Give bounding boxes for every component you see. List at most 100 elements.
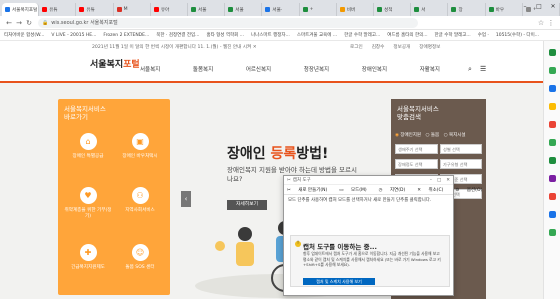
nav-item[interactable]: 자활복지 (420, 65, 440, 77)
nav-item[interactable]: 서울복지 (140, 65, 160, 77)
snip-titlebar: ✂ 캡처 도구 – □ ✕ (284, 176, 453, 185)
select-lifecycle[interactable]: 생애주기 선택 (395, 144, 438, 154)
side-app-icon[interactable] (549, 103, 556, 110)
tab-label: 바우 (495, 7, 505, 13)
browser-tab[interactable]: 장 (448, 3, 486, 16)
snip-new-button[interactable]: ✂ 새로 만들기(N) (287, 187, 333, 193)
browser-tab[interactable]: M (114, 3, 151, 16)
tab-label: + (309, 7, 314, 12)
star-icon[interactable]: ☆ (536, 19, 546, 27)
try-snip-sketch-button[interactable]: 캡처 및 스케치 사용해 보기 (303, 278, 375, 285)
tab-favicon-icon (265, 7, 271, 12)
cancel-icon: ✕ (417, 187, 422, 193)
bookmark-item[interactable]: 10515(수학) - 다이... (496, 32, 539, 38)
forward-icon[interactable]: → (14, 19, 24, 27)
tab-favicon-icon (339, 7, 345, 12)
side-app-icon[interactable] (549, 139, 556, 146)
tab-label: 서울· (272, 7, 283, 13)
bookmark-item[interactable]: V LIVE - 20015 HE... (51, 33, 96, 38)
snip-minimize-icon[interactable]: – (430, 178, 432, 183)
tab-label: M (123, 7, 128, 12)
bookmark-item[interactable]: 한글 수학 말레고... (344, 32, 380, 38)
browser-tab[interactable]: 서울 (188, 3, 226, 16)
tab-favicon-icon (377, 7, 383, 12)
tab-favicon-icon (191, 7, 197, 12)
service-link[interactable]: ⚇ 지역사회서비스 (116, 187, 164, 213)
side-app-icon[interactable] (549, 229, 556, 236)
bookmark-item[interactable]: 나나스마트 행정자... (251, 32, 290, 38)
radio-care[interactable]: ○ 돌봄 (426, 133, 440, 138)
quick-service-title: 서울복지서비스 바로가기 (64, 105, 106, 121)
util-link-info[interactable]: 정보공개 (393, 44, 410, 50)
care-icon: ☺ (131, 244, 149, 261)
bookmark-item[interactable]: 수업 · (478, 32, 489, 38)
snip-maximize-icon[interactable]: □ (437, 178, 441, 183)
service-link[interactable]: ☺ 돌봄 SOS 센터 (116, 244, 164, 270)
bookmark-item[interactable]: 홈타 형성 역학회 ... (206, 32, 244, 38)
snip-close-icon[interactable]: ✕ (446, 178, 450, 183)
donate-icon: ♥ (79, 187, 97, 204)
browser-tab[interactable]: 서울복지포털 (2, 3, 40, 16)
side-app-icon[interactable] (549, 175, 556, 182)
close-icon[interactable]: ✕ (546, 0, 560, 16)
extensions-icon[interactable]: ⋮ (546, 19, 556, 27)
nav-item[interactable]: 돌봄복지 (193, 65, 213, 77)
browser-tab[interactable]: 유튜 (76, 3, 114, 16)
snip-mode-button[interactable]: ▭ 모드(M) (339, 187, 372, 193)
side-app-icon[interactable] (549, 121, 556, 128)
browser-tab[interactable]: 서울· (262, 3, 300, 16)
maximize-icon[interactable]: □ (532, 0, 546, 16)
side-app-icon[interactable] (549, 157, 556, 164)
side-app-icon[interactable] (549, 211, 556, 218)
side-app-icon[interactable] (549, 49, 556, 56)
nav-item[interactable]: 장애인복지 (362, 65, 387, 77)
bookmark-item[interactable]: 스마트겨울 교육에 ... (297, 32, 337, 38)
new-snip-icon: ✂ (287, 187, 291, 193)
tab-favicon-icon (42, 7, 48, 12)
bookmark-item[interactable]: 티처어바운 합성(W... (4, 32, 44, 38)
service-link[interactable]: ▣ 장애인 바우처택시 (116, 133, 164, 159)
util-link-disability[interactable]: 장애명정보 (419, 44, 440, 50)
util-link-login[interactable]: 로그인 (350, 44, 363, 50)
select-gender[interactable]: 성별 선택 (440, 144, 482, 154)
address-bar[interactable]: 🔒 wis.seoul.go.kr 서울복지포털 (38, 17, 418, 28)
radio-facility[interactable]: ○ 복지시설 (444, 133, 466, 138)
radio-disability[interactable]: ◉ 장애인지원 (395, 133, 421, 138)
bookmark-item[interactable]: Frozen 2 EXTENDE... (103, 33, 149, 38)
service-link[interactable]: ✚ 긴급복지지원제도 (64, 244, 112, 270)
browser-tab[interactable]: + (300, 3, 337, 16)
bookmark-item[interactable]: 북한 · 검정연결 전입... (156, 32, 199, 38)
browser-tab[interactable]: 유튜 (39, 3, 77, 16)
radio-checked-icon: ◉ (395, 133, 399, 138)
side-app-icon[interactable] (549, 193, 556, 200)
back-icon[interactable]: ← (4, 19, 14, 27)
carousel-prev-button[interactable]: ‹ (181, 191, 191, 207)
select-severity[interactable]: 장애정도 선택 (395, 159, 438, 169)
bookmark-item[interactable]: 여드름 홈타의 한의... (387, 32, 427, 38)
util-link-user[interactable]: 김창수 (372, 44, 385, 50)
side-app-icon[interactable] (549, 85, 556, 92)
nav-item[interactable]: 어르신복지 (246, 65, 271, 77)
browser-tab[interactable]: 성적 (374, 3, 412, 16)
bookmark-item[interactable]: 한글 수학 말레고... (435, 32, 471, 38)
snip-options-button[interactable]: ⚙ 옵션(O) (455, 187, 488, 193)
browser-tab[interactable]: 서 (411, 3, 449, 16)
browser-tab[interactable]: 유아 (151, 3, 189, 16)
browser-tab[interactable]: 비버 (337, 3, 375, 16)
service-link[interactable]: ♥ 취약계층을 위한 기부(정기) (64, 187, 112, 219)
service-link[interactable]: ⌂ 장애인 특별공급 (64, 133, 112, 159)
notice-ticker[interactable]: 2021년 11월 1일 이 달의 한 번씩 시정이 개편합니다 11. 1.(… (92, 44, 257, 50)
snip-cancel-button[interactable]: ✕ 취소(C) (417, 187, 449, 193)
menu-icon[interactable]: ☰ (480, 65, 486, 73)
reload-icon[interactable]: ↻ (24, 19, 34, 27)
nav-item[interactable]: 청장년복지 (304, 65, 329, 77)
tab-label: 유튜 (49, 7, 58, 13)
mode-icon: ▭ (339, 187, 344, 193)
browser-tab[interactable]: 서울 (225, 3, 263, 16)
side-app-icon[interactable] (549, 67, 556, 74)
site-logo[interactable]: 서울복지포털 (90, 57, 140, 70)
minimize-icon[interactable]: – (518, 0, 532, 16)
search-icon[interactable]: ⌕ (468, 65, 472, 74)
snip-delay-button[interactable]: ◷ 지연(D) (379, 187, 412, 193)
select-household[interactable]: 가구유형 선택 (440, 159, 482, 169)
